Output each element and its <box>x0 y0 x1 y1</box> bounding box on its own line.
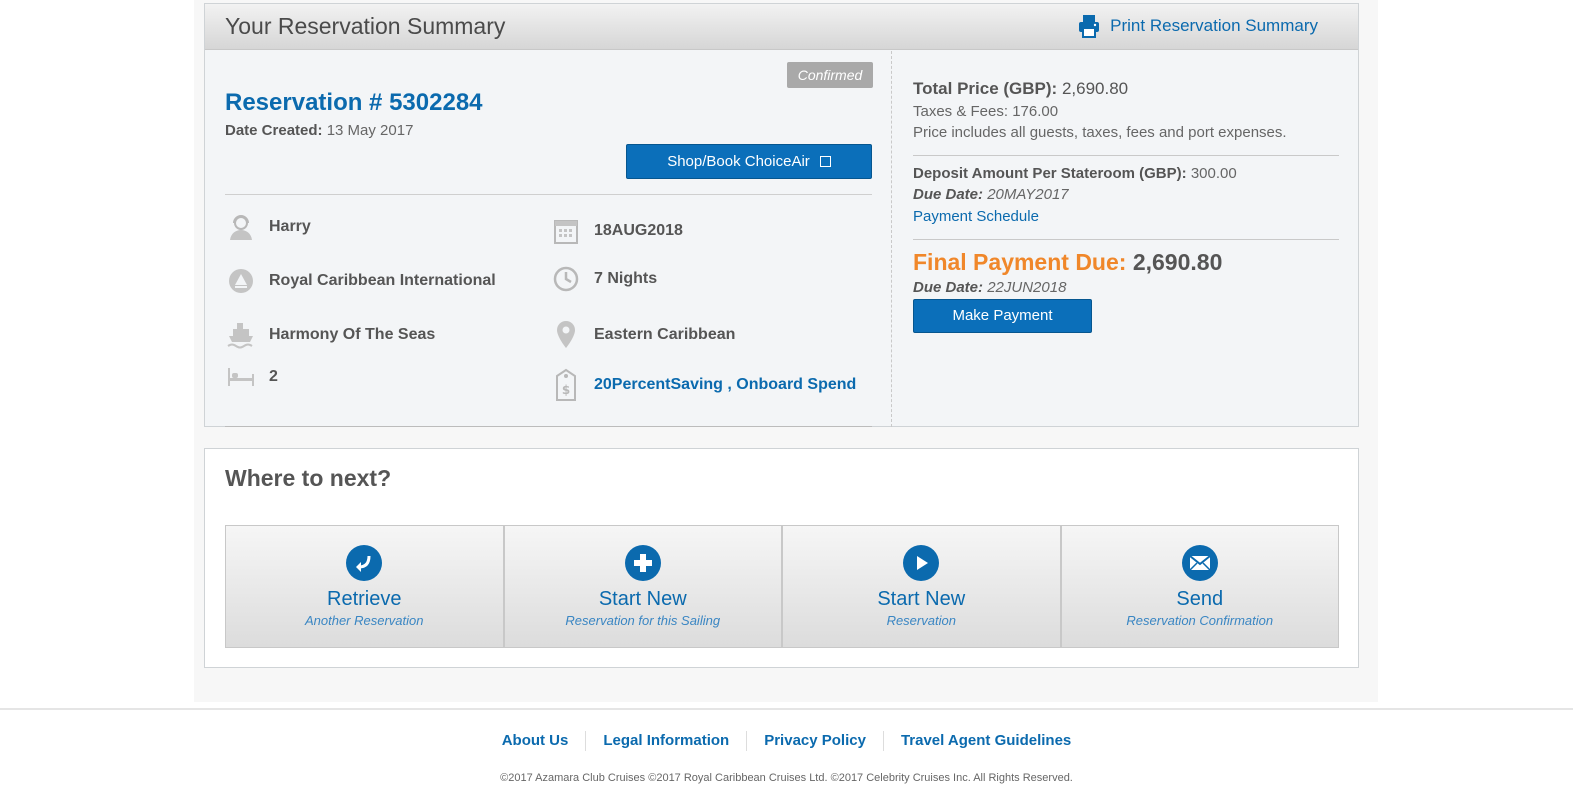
deposit-amount: Deposit Amount Per Stateroom (GBP): 300.… <box>913 165 1237 182</box>
pricing-divider-2 <box>913 239 1339 240</box>
send-subtitle: Reservation Confirmation <box>1126 613 1274 628</box>
choiceair-label: Shop/Book ChoiceAir <box>667 153 810 170</box>
details-divider <box>225 194 872 195</box>
clock-icon <box>550 263 582 295</box>
retrieve-title: Retrieve <box>327 588 402 610</box>
start-new-reservation-subtitle: Reservation <box>886 613 956 628</box>
sail-date: 18AUG2018 <box>594 222 683 239</box>
deposit-label: Deposit Amount Per Stateroom (GBP): <box>913 165 1187 182</box>
cruise-line-logo-icon <box>225 265 257 297</box>
print-summary-label: Print Reservation Summary <box>1110 16 1318 35</box>
where-to-next-panel: Where to next? Retrieve Another Reservat… <box>204 448 1359 668</box>
total-price-value: 2,690.80 <box>1061 79 1129 98</box>
play-icon <box>903 545 940 581</box>
reservation-summary-panel: Your Reservation Summary Print Reservati… <box>204 3 1359 427</box>
final-due-value: 22JUN2018 <box>987 279 1067 296</box>
promotions-link[interactable]: 20PercentSaving , Onboard Spend <box>594 376 856 394</box>
final-payment-label: Final Payment Due: <box>913 249 1127 275</box>
nights-detail: 7 Nights <box>550 263 657 295</box>
summary-header: Your Reservation Summary Print Reservati… <box>205 4 1358 50</box>
next-action-tiles: Retrieve Another Reservation Start New R… <box>225 525 1339 648</box>
bed-icon <box>225 361 257 393</box>
details-bottom-divider <box>225 426 872 427</box>
envelope-icon <box>1181 545 1218 581</box>
pricing-divider <box>913 155 1339 156</box>
sail-date-detail: 18AUG2018 <box>550 215 683 247</box>
external-link-icon <box>819 156 831 167</box>
start-new-sailing-title: Start New <box>598 588 687 610</box>
footer-divider <box>0 708 1573 710</box>
cruise-line-name: Royal Caribbean International <box>269 272 496 289</box>
reservation-details-column: Confirmed Reservation # 5302284 Date Cre… <box>205 51 892 427</box>
svg-text:$: $ <box>562 383 570 397</box>
footer-link-legal-information[interactable]: Legal Information <box>585 731 746 751</box>
print-summary-link[interactable]: Print Reservation Summary <box>1078 14 1318 38</box>
itinerary-name: Eastern Caribbean <box>594 326 736 343</box>
staterooms-detail: 2 <box>225 361 278 393</box>
make-payment-button[interactable]: Make Payment <box>913 299 1092 333</box>
footer-link-about-us[interactable]: About Us <box>485 731 586 751</box>
guest-headset-icon <box>225 211 257 243</box>
start-new-sailing-subtitle: Reservation for this Sailing <box>565 613 721 628</box>
ship-detail: Harmony Of The Seas <box>225 319 435 351</box>
ship-icon <box>225 319 257 351</box>
total-price: Total Price (GBP): 2,690.80 <box>913 79 1128 99</box>
start-new-sailing-tile[interactable]: Start New Reservation for this Sailing <box>503 525 782 648</box>
reservation-number: Reservation # 5302284 <box>225 89 483 116</box>
printer-icon <box>1079 15 1100 38</box>
nights-count: 7 Nights <box>594 270 658 287</box>
deposit-due-date: Due Date: 20MAY2017 <box>913 186 1069 203</box>
where-to-next-title: Where to next? <box>225 465 392 491</box>
final-due-date: Due Date: 22JUN2018 <box>913 279 1066 296</box>
guest-name: Harry <box>269 218 311 235</box>
ship-name: Harmony Of The Seas <box>269 326 436 343</box>
cruise-line-detail: Royal Caribbean International <box>225 265 496 297</box>
location-pin-icon <box>550 319 582 351</box>
staterooms-count: 2 <box>269 368 278 385</box>
retrieve-arrow-icon <box>346 545 383 581</box>
calendar-icon <box>550 215 582 247</box>
itinerary-detail: Eastern Caribbean <box>550 319 735 351</box>
footer-nav: About Us Legal Information Privacy Polic… <box>0 731 1573 751</box>
final-payment-due: Final Payment Due: 2,690.80 <box>913 249 1222 276</box>
deposit-due-label: Due Date: <box>913 186 984 203</box>
shop-book-choiceair-button[interactable]: Shop/Book ChoiceAir <box>626 144 872 179</box>
start-new-reservation-title: Start New <box>877 588 966 610</box>
payment-schedule-link[interactable]: Payment Schedule <box>913 208 1039 225</box>
final-payment-value: 2,690.80 <box>1132 249 1223 275</box>
footer-link-travel-agent-guidelines[interactable]: Travel Agent Guidelines <box>882 731 1088 751</box>
price-includes-note: Price includes all guests, taxes, fees a… <box>913 124 1287 141</box>
status-badge: Confirmed <box>787 62 873 88</box>
deposit-due-value: 20MAY2017 <box>987 186 1069 203</box>
total-price-label: Total Price (GBP): <box>913 79 1058 98</box>
deposit-value: 300.00 <box>1190 165 1237 182</box>
footer-link-privacy-policy[interactable]: Privacy Policy <box>746 731 883 751</box>
start-new-reservation-tile[interactable]: Start New Reservation <box>782 525 1061 648</box>
date-created-value: 13 May 2017 <box>326 122 414 139</box>
summary-title: Your Reservation Summary <box>225 13 506 39</box>
plus-icon <box>624 545 661 581</box>
send-title: Send <box>1176 588 1224 610</box>
retrieve-subtitle: Another Reservation <box>304 613 424 628</box>
price-tag-icon: $ <box>550 368 582 401</box>
promotions-detail: $ 20PercentSaving , Onboard Spend <box>550 368 856 401</box>
final-due-label: Due Date: <box>913 279 984 296</box>
date-created: Date Created: 13 May 2017 <box>225 122 413 139</box>
taxes-fees: Taxes & Fees: 176.00 <box>913 103 1059 120</box>
guest-detail: Harry <box>225 211 311 243</box>
copyright-text: ©2017 Azamara Club Cruises ©2017 Royal C… <box>500 772 1073 784</box>
date-created-label: Date Created: <box>225 122 323 139</box>
retrieve-reservation-tile[interactable]: Retrieve Another Reservation <box>225 525 504 648</box>
send-confirmation-tile[interactable]: Send Reservation Confirmation <box>1060 525 1339 648</box>
